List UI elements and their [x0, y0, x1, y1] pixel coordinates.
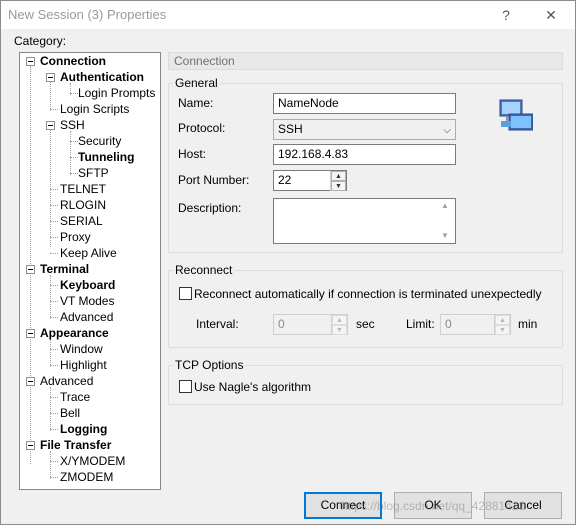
spin-up-icon[interactable]: ▲ — [331, 171, 346, 181]
tree-item-keep-alive[interactable]: Keep Alive — [60, 245, 117, 261]
collapse-icon[interactable] — [26, 329, 35, 338]
tree-item-authentication[interactable]: Authentication — [60, 69, 144, 85]
spin-down-icon[interactable]: ▼ — [331, 181, 346, 191]
protocol-label: Protocol: — [178, 121, 226, 135]
name-field[interactable]: NameNode — [273, 93, 456, 114]
nagle-label: Use Nagle's algorithm — [194, 380, 312, 394]
title-bar: New Session (3) Properties ? ✕ — [1, 1, 575, 29]
tree-item-keyboard[interactable]: Keyboard — [60, 277, 115, 293]
category-tree[interactable]: Connection Authentication Login Prompts … — [19, 52, 161, 490]
tree-item-window[interactable]: Window — [60, 341, 103, 357]
tcp-options-title: TCP Options — [173, 358, 246, 372]
interval-spinner[interactable]: ▲ ▼ — [331, 315, 347, 335]
interval-value: 0 — [278, 317, 285, 331]
tree-item-terminal[interactable]: Terminal — [40, 261, 89, 277]
collapse-icon[interactable] — [46, 121, 55, 130]
port-value: 22 — [278, 173, 292, 187]
tree-item-advanced[interactable]: Advanced — [40, 373, 93, 389]
sec-label: sec — [356, 317, 375, 331]
tree-item-bell[interactable]: Bell — [60, 405, 80, 421]
reconnect-group: Reconnect — [168, 263, 563, 348]
tree-item-highlight[interactable]: Highlight — [60, 357, 107, 373]
spin-down-icon[interactable]: ▼ — [332, 325, 347, 335]
tree-item-xymodem[interactable]: X/YMODEM — [60, 453, 125, 469]
tree-item-file-transfer[interactable]: File Transfer — [40, 437, 111, 453]
tree-item-login-prompts[interactable]: Login Prompts — [78, 85, 155, 101]
network-session-icon — [499, 99, 533, 131]
limit-value: 0 — [445, 317, 452, 331]
tree-item-tunneling[interactable]: Tunneling — [78, 149, 134, 165]
reconnect-title: Reconnect — [173, 263, 235, 277]
port-spinner[interactable]: ▲ ▼ — [330, 171, 346, 191]
tree-item-serial[interactable]: SERIAL — [60, 213, 103, 229]
tree-item-proxy[interactable]: Proxy — [60, 229, 91, 245]
properties-dialog: New Session (3) Properties ? ✕ Category:… — [0, 0, 576, 525]
spin-down-icon[interactable]: ▼ — [495, 325, 510, 335]
tree-item-sftp[interactable]: SFTP — [78, 165, 109, 181]
tree-item-connection[interactable]: Connection — [40, 53, 106, 69]
tree-item-zmodem[interactable]: ZMODEM — [60, 469, 113, 485]
tree-item-trace[interactable]: Trace — [60, 389, 90, 405]
tree-item-ssh[interactable]: SSH — [60, 117, 85, 133]
tree-item-terminal-advanced[interactable]: Advanced — [60, 309, 113, 325]
watermark: https://blog.csdn.net/qq_42881421 — [341, 499, 526, 513]
tree-item-rlogin[interactable]: RLOGIN — [60, 197, 106, 213]
host-field[interactable]: 192.168.4.83 — [273, 144, 456, 165]
scroll-up-icon[interactable]: ▲ — [441, 201, 571, 210]
category-label: Category: — [14, 34, 67, 48]
panel-header: Connection — [168, 52, 563, 70]
spin-up-icon[interactable]: ▲ — [495, 315, 510, 325]
help-button[interactable]: ? — [491, 4, 521, 26]
tree-item-logging[interactable]: Logging — [60, 421, 107, 437]
min-label: min — [518, 317, 538, 331]
collapse-icon[interactable] — [26, 265, 35, 274]
reconnect-checkbox[interactable] — [179, 287, 192, 300]
window-title: New Session (3) Properties — [8, 7, 167, 22]
tree-item-login-scripts[interactable]: Login Scripts — [60, 101, 129, 117]
general-title: General — [173, 76, 220, 90]
description-field[interactable] — [273, 198, 456, 244]
host-label: Host: — [178, 147, 207, 161]
scroll-down-icon[interactable]: ▼ — [441, 231, 571, 240]
interval-label: Interval: — [196, 317, 239, 331]
reconnect-checkbox-label: Reconnect automatically if connection is… — [194, 287, 542, 301]
protocol-value: SSH — [278, 122, 303, 136]
port-label: Port Number: — [178, 173, 250, 187]
limit-spinner[interactable]: ▲ ▼ — [494, 315, 510, 335]
tree-item-security[interactable]: Security — [78, 133, 121, 149]
spin-up-icon[interactable]: ▲ — [332, 315, 347, 325]
description-label: Description: — [178, 201, 242, 215]
tree-item-telnet[interactable]: TELNET — [60, 181, 106, 197]
name-label: Name: — [178, 96, 214, 110]
collapse-icon[interactable] — [26, 57, 35, 66]
close-icon[interactable]: ✕ — [536, 4, 566, 26]
collapse-icon[interactable] — [26, 377, 35, 386]
collapse-icon[interactable] — [26, 441, 35, 450]
chevron-down-icon: ⌵ — [443, 125, 451, 136]
protocol-select[interactable]: SSH ⌵ — [273, 119, 456, 140]
tree-item-appearance[interactable]: Appearance — [40, 325, 109, 341]
collapse-icon[interactable] — [46, 73, 55, 82]
limit-label: Limit: — [406, 317, 435, 331]
tree-item-vt-modes[interactable]: VT Modes — [60, 293, 114, 309]
nagle-checkbox[interactable] — [179, 380, 192, 393]
